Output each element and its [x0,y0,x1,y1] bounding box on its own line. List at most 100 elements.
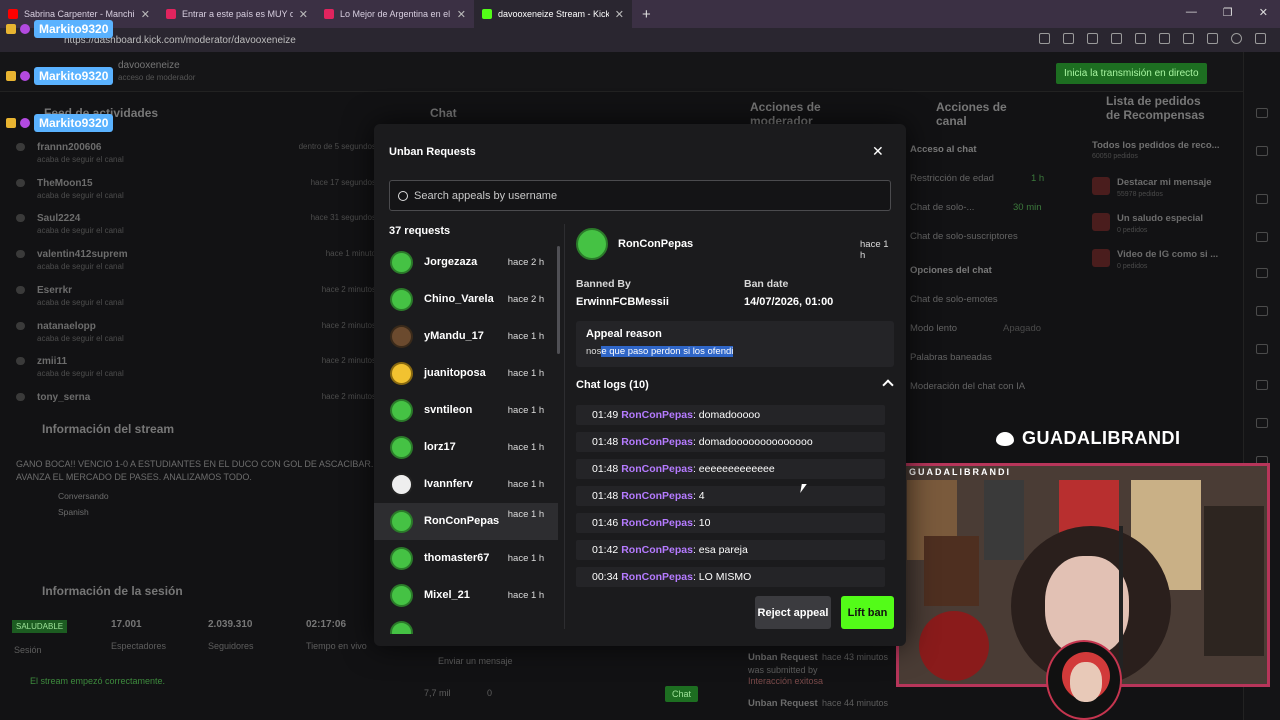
avatar [390,621,413,634]
restore-icon[interactable]: ❐ [1223,6,1233,19]
address-bar: https://dashboard.kick.com/moderator/dav… [0,28,1280,52]
broadcast-icon[interactable] [1256,344,1268,354]
reader-icon[interactable] [1039,33,1050,44]
new-tab-button[interactable]: + [632,6,661,23]
appeal-reason-box: Appeal reason nose que paso perdon si lo… [576,321,894,367]
request-list: Jorgezaza hace 2 h Chino_Varela hace 2 h y… [374,244,560,634]
chat-input[interactable]: Enviar un mensaje [438,656,513,666]
request-item[interactable]: svntileon hace 1 h [374,392,558,429]
menu-icon[interactable] [1255,33,1266,44]
poster-image [919,611,989,681]
close-icon[interactable]: ✕ [872,143,884,160]
youtube-icon [8,9,18,19]
avatar [390,362,413,385]
ban-date-value: 14/07/2026, 01:00 [744,296,834,308]
heart-icon [16,322,25,330]
twitter-handle: GUADALIBRANDI [996,428,1181,449]
sub-badge-icon [6,24,16,34]
browser-tab[interactable]: Lo Mejor de Argentina en el Mund...✕ [316,0,474,28]
age-restriction-setting[interactable]: Restricción de edad [910,173,994,184]
detail-username: RonConPepas [618,238,694,250]
browser-tab-active[interactable]: davooxeneize Stream - Kick Dashb...✕ [474,0,632,28]
close-icon[interactable]: ✕ [457,8,466,21]
info-icon[interactable] [1256,108,1268,118]
request-item-selected[interactable]: RonConPepas hace 1 h [374,503,558,540]
emotes-only-setting[interactable]: Chat de solo-emotes [910,294,998,305]
list-scrollbar[interactable] [557,246,560,354]
close-icon[interactable]: ✕ [615,8,624,21]
chat-logs-header: Chat logs (10) [576,379,649,391]
list-icon[interactable] [1256,268,1268,278]
request-item[interactable]: yMandu_17 hace 1 h [374,318,558,355]
mod-badge-icon [20,24,30,34]
heart-icon [16,286,25,294]
reward-icon [1092,177,1110,195]
avatar [390,547,413,570]
chevron-up-icon[interactable] [882,379,894,391]
extension-icon[interactable] [1111,33,1122,44]
collections-icon[interactable] [1135,33,1146,44]
avatar [390,325,413,348]
heart-icon [16,250,25,258]
avatar [390,510,413,533]
slow-mode-setting[interactable]: Modo lento [910,323,957,334]
modal-title: Unban Requests [389,146,476,158]
bolt-icon[interactable] [1256,232,1268,242]
request-item[interactable]: lorz17 hace 1 h [374,429,558,466]
activity-item: zmii11 acaba de seguir el canal hace 2 min… [16,356,376,392]
chat-icon[interactable] [1256,306,1268,316]
close-icon[interactable]: ✕ [141,8,150,21]
channel-header: davooxeneize acceso de moderador [118,60,196,82]
close-icon[interactable]: ✕ [299,8,308,21]
subs-only-setting[interactable]: Chat de solo-suscriptores [910,231,1018,242]
avatar [390,288,413,311]
chat-send-button[interactable]: Chat [665,686,699,702]
download-icon[interactable] [1183,33,1194,44]
search-appeals[interactable] [389,180,891,211]
search-input[interactable] [414,189,874,202]
mod-badge-icon [20,71,30,81]
browser-tab[interactable]: Entrar a este país es MUY difícil y...✕ [158,0,316,28]
request-item[interactable]: Mixel_21 hace 1 h [374,577,558,614]
detail-time: hace 1 h [860,239,889,261]
status-badge: SALUDABLE [12,620,68,633]
ai-moderation-setting[interactable]: Moderación del chat con IA [910,381,1025,392]
followers-only-setting[interactable]: Chat de solo-... [910,202,974,213]
chat-overlay-badge: Markito9320 [6,67,114,85]
request-item[interactable]: Ivannferv hace 1 h [374,466,558,503]
browser-toolbar [1039,33,1266,44]
star-icon[interactable] [1063,33,1074,44]
reward-icon [1092,249,1110,267]
stream-ok-text: El stream empezó correctamente. [30,676,166,686]
activity-item: valentin412suprem acaba de seguir el cana… [16,249,376,285]
tool-icon[interactable] [1256,418,1268,428]
minimize-icon[interactable]: — [1186,6,1197,19]
settings-icon[interactable] [1256,194,1268,204]
request-count: 37 requests [389,225,451,237]
go-live-button[interactable]: Inicia la transmisión en directo [1056,63,1207,84]
viewer-count: 7,7 mil [424,688,451,698]
extension-icon[interactable] [1087,33,1098,44]
rewards-title: Lista de pedidos de Recompensas [1106,94,1205,122]
banned-words-setting[interactable]: Palabras baneadas [910,352,992,363]
request-item[interactable]: thomaster67 hace 1 h [374,540,558,577]
request-item[interactable]: juanitoposa hace 1 h [374,355,558,392]
shield-icon[interactable] [1207,33,1218,44]
activity-item: natanaelopp acaba de seguir el canal hace … [16,321,376,357]
reject-appeal-button[interactable]: Reject appeal [755,596,831,629]
request-item[interactable] [374,614,558,634]
layout-icon[interactable] [1256,380,1268,390]
chat-log-entry: 00:34 RonConPepas: LO MISMO [576,567,885,587]
divider [564,224,565,629]
lift-ban-button[interactable]: Lift ban [841,596,894,629]
favorites-icon[interactable] [1159,33,1170,44]
kick-icon [482,9,492,19]
poster-image [1204,506,1264,656]
search-icon [398,190,408,201]
close-icon[interactable]: ✕ [1259,6,1268,19]
request-item[interactable]: Jorgezaza hace 2 h [374,244,558,281]
request-item[interactable]: Chino_Varela hace 2 h [374,281,558,318]
reward-icon [1092,213,1110,231]
profile-icon[interactable] [1231,33,1242,44]
pencil-icon[interactable] [1256,146,1268,156]
